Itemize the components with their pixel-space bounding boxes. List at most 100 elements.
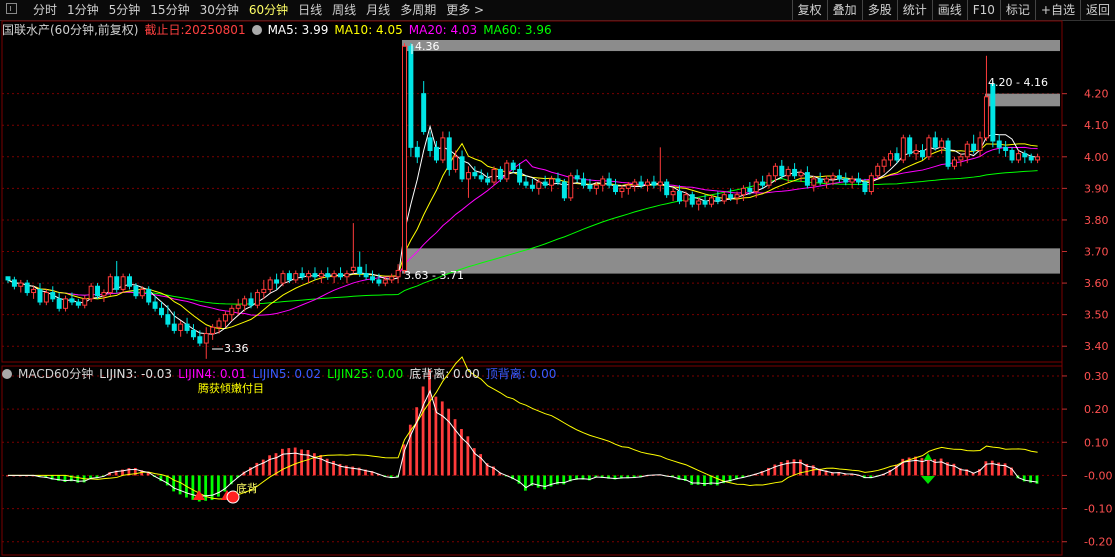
- candle: [811, 175, 817, 192]
- candle: [408, 43, 414, 157]
- ma5-value: MA5: 3.99: [267, 23, 329, 37]
- candle: [184, 317, 190, 334]
- candle: [472, 166, 478, 179]
- zone-high-label: 4.20 - 4.16: [988, 76, 1048, 89]
- candle: [165, 305, 171, 328]
- candle: [587, 178, 593, 192]
- candle: [856, 172, 862, 186]
- candle: [120, 273, 126, 293]
- candle: [497, 166, 503, 183]
- candle: [31, 286, 37, 299]
- ma60-line: [7, 170, 1038, 305]
- macd-bar: [920, 458, 924, 476]
- candle: [286, 270, 292, 284]
- dea-line: [8, 389, 1038, 497]
- candle: [1022, 150, 1028, 164]
- macd-bar: [293, 447, 297, 476]
- macd-tick-label-2: 0.10: [1084, 436, 1109, 449]
- candle: [581, 172, 587, 189]
- low-price-label: 3.36: [224, 342, 249, 355]
- macd-bar: [939, 458, 943, 476]
- candle: [824, 175, 830, 189]
- candle: [280, 270, 286, 287]
- candle: [939, 137, 945, 154]
- candle: [651, 175, 657, 189]
- macd-bar: [281, 448, 284, 476]
- candle: [88, 283, 94, 303]
- macd-bar: [428, 369, 431, 476]
- candle: [977, 131, 983, 157]
- macd-bar: [792, 459, 796, 476]
- candle: [888, 150, 894, 167]
- top-divergence-value: 顶背离: 0.00: [485, 367, 557, 381]
- macd-bar: [990, 460, 994, 476]
- candle: [11, 276, 17, 290]
- candle: [529, 178, 535, 192]
- ma20-value: MA20: 4.03: [408, 23, 478, 37]
- price-tick-label-0: 4.20: [1084, 88, 1109, 101]
- price-tick-label-1: 4.10: [1084, 119, 1109, 132]
- macd-bar: [172, 475, 176, 492]
- candle: [504, 159, 510, 183]
- candle: [689, 191, 695, 208]
- candle: [779, 159, 785, 179]
- candle: [734, 191, 740, 205]
- candle: [926, 134, 932, 160]
- candle: [1035, 153, 1041, 164]
- zone-low-label: 3.63 - 3.71: [404, 269, 464, 282]
- candle: [804, 166, 810, 189]
- macd-tick-label-4: -0.10: [1084, 503, 1112, 516]
- candle: [849, 175, 855, 189]
- cutoff-date: 截止日:20250801: [144, 23, 246, 37]
- candle: [900, 134, 906, 164]
- candle: [37, 283, 43, 306]
- candle: [1015, 150, 1021, 164]
- candle: [542, 175, 548, 189]
- indicator-dot-icon[interactable]: [2, 369, 12, 379]
- candle: [664, 178, 670, 198]
- candle: [485, 172, 491, 186]
- lijin25-value: LIJIN25: 0.00: [327, 367, 404, 381]
- candle: [536, 178, 542, 195]
- signal-text: 腾获倾嫩付目: [198, 381, 264, 395]
- price-tick-label-2: 4.00: [1084, 151, 1109, 164]
- candle: [114, 260, 120, 293]
- macd-bar: [306, 450, 310, 476]
- candle: [600, 175, 606, 192]
- candle: [990, 81, 996, 148]
- macd-bar: [415, 407, 419, 476]
- candle: [478, 169, 484, 183]
- candle: [146, 286, 152, 306]
- price-tick-label-4: 3.80: [1084, 214, 1109, 227]
- candle: [645, 178, 650, 192]
- ma5-line: [7, 124, 1038, 335]
- settings-dot-icon[interactable]: [251, 25, 262, 35]
- candle: [331, 270, 337, 284]
- indicator-info-bar: MACD60分钟 LIJIN3: -0.03 LIJIN4: 0.01 LIJIN5:…: [2, 366, 562, 382]
- candle: [63, 295, 69, 312]
- candle: [868, 172, 874, 195]
- macd-bar: [274, 453, 278, 476]
- candle: [267, 276, 273, 293]
- candle: [95, 283, 101, 299]
- stock-title: 国联水产(60分钟,前复权): [2, 23, 139, 37]
- price-tick-label-6: 3.60: [1084, 277, 1109, 290]
- candle: [158, 302, 164, 318]
- ma10-value: MA10: 4.05: [334, 23, 403, 37]
- kline-chart[interactable]: 4.20 4.10 4.00 3.90 3.80 3.70 3.60 3.50 3.40 0.30…: [0, 0, 1115, 557]
- candle: [178, 320, 184, 337]
- lijin3-value: LIJIN3: -0.03: [99, 367, 173, 381]
- ma20-line: [7, 146, 1038, 316]
- support-zone: [985, 93, 1060, 107]
- candle: [459, 150, 465, 183]
- candle: [357, 251, 363, 277]
- candle: [574, 169, 580, 183]
- macd-bar: [319, 454, 323, 476]
- candle: [229, 305, 235, 321]
- macd-bar: [703, 475, 706, 487]
- price-tick-label-8: 3.40: [1084, 340, 1109, 353]
- candle: [491, 166, 497, 186]
- macd-bar: [779, 461, 783, 476]
- candle: [766, 172, 772, 189]
- candle: [414, 141, 420, 164]
